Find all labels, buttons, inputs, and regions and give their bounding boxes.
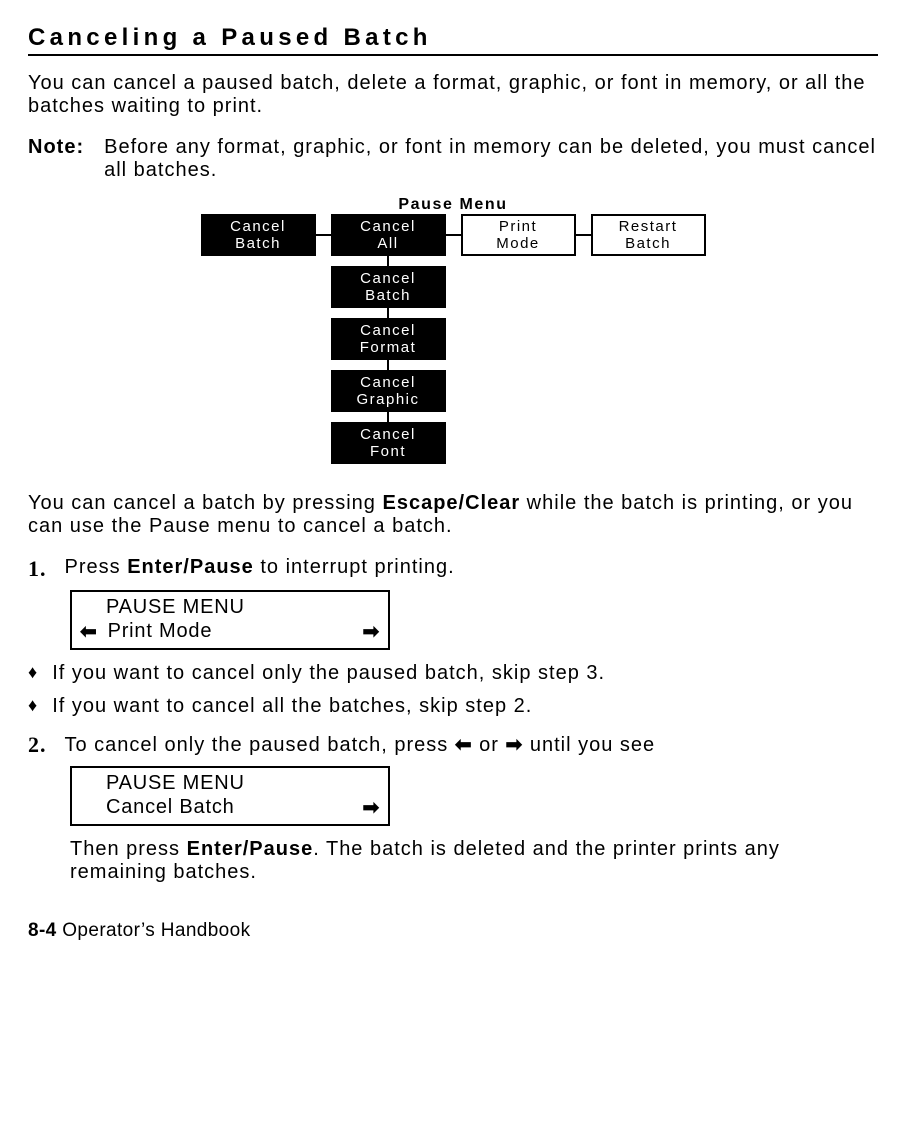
after2-prefix: Then press	[70, 838, 187, 860]
pause-menu-diagram: Cancel Batch Cancel All Print Mode Resta…	[28, 214, 878, 464]
step-2-text: To cancel only the paused batch, press ⬅…	[65, 732, 656, 758]
after-step-2: Then press Enter/Pause. The batch is del…	[70, 838, 878, 884]
menu-restart-batch: Restart Batch	[591, 214, 706, 256]
step-1-text: Press Enter/Pause to interrupt printing.	[65, 556, 455, 582]
connector	[576, 234, 591, 236]
note-label: Note:	[28, 136, 84, 182]
display1-line1: PAUSE MENU	[106, 596, 245, 619]
left-arrow-icon: ⬅	[80, 619, 98, 644]
bullet-1: ♦ If you want to cancel only the paused …	[28, 662, 878, 685]
connector	[316, 234, 331, 236]
menu-print-mode: Print Mode	[461, 214, 576, 256]
step-1-suffix: to interrupt printing.	[254, 556, 455, 578]
submenu-cancel-graphic: Cancel Graphic	[331, 370, 446, 412]
display2-line2: Cancel Batch	[106, 796, 235, 819]
menu-cancel-all: Cancel All	[331, 214, 446, 256]
right-arrow-icon: ➡	[362, 619, 380, 644]
mid-paragraph: You can cancel a batch by pressing Escap…	[28, 492, 878, 538]
step-1-bold: Enter/Pause	[127, 556, 254, 578]
note-row: Note: Before any format, graphic, or fon…	[28, 136, 878, 182]
right-arrow-icon: ➡	[362, 795, 380, 820]
bullet-icon: ♦	[28, 695, 38, 717]
note-text: Before any format, graphic, or font in m…	[104, 136, 878, 182]
connector	[387, 412, 389, 422]
submenu-column: Cancel Batch Cancel Format Cancel Graphi…	[331, 256, 446, 464]
menu-cancel-batch: Cancel Batch	[201, 214, 316, 256]
bullet-1-text: If you want to cancel only the paused ba…	[52, 662, 605, 685]
display2-line1: PAUSE MENU	[106, 772, 245, 795]
connector	[446, 234, 461, 236]
page-number: 8-4	[28, 920, 57, 941]
submenu-cancel-format: Cancel Format	[331, 318, 446, 360]
step-2: 2. To cancel only the paused batch, pres…	[28, 732, 878, 758]
connector	[387, 308, 389, 318]
bullet-2: ♦ If you want to cancel all the batches,…	[28, 695, 878, 718]
footer: 8-4 Operator’s Handbook	[28, 920, 878, 942]
step-1: 1. Press Enter/Pause to interrupt printi…	[28, 556, 878, 582]
connector	[387, 256, 389, 266]
section-heading: Canceling a Paused Batch	[28, 24, 878, 56]
bullet-2-text: If you want to cancel all the batches, s…	[52, 695, 532, 718]
footer-title: Operator’s Handbook	[57, 920, 251, 941]
step-2-prefix: To cancel only the paused batch, press	[65, 734, 455, 756]
submenu-cancel-batch: Cancel Batch	[331, 266, 446, 308]
step-1-number: 1.	[28, 556, 47, 582]
display-box-1: PAUSE MENU ⬅ Print Mode ➡	[70, 590, 390, 650]
menu-top-row: Cancel Batch Cancel All Print Mode Resta…	[201, 214, 706, 256]
step-2-or: or	[473, 734, 506, 756]
after2-bold: Enter/Pause	[187, 838, 314, 860]
step-2-suffix: until you see	[523, 734, 655, 756]
mid-bold: Escape/Clear	[382, 492, 520, 514]
submenu-cancel-font: Cancel Font	[331, 422, 446, 464]
display1-line2: Print Mode	[108, 620, 213, 643]
display-box-2: PAUSE MENU Cancel Batch ➡	[70, 766, 390, 826]
step-2-number: 2.	[28, 732, 47, 758]
pause-menu-title: Pause Menu	[28, 196, 878, 214]
left-arrow-icon: ⬅	[455, 734, 473, 756]
right-arrow-icon: ➡	[506, 734, 524, 756]
step-1-prefix: Press	[65, 556, 128, 578]
intro-paragraph: You can cancel a paused batch, delete a …	[28, 72, 878, 118]
connector	[387, 360, 389, 370]
bullet-icon: ♦	[28, 662, 38, 684]
mid-prefix: You can cancel a batch by pressing	[28, 492, 382, 514]
